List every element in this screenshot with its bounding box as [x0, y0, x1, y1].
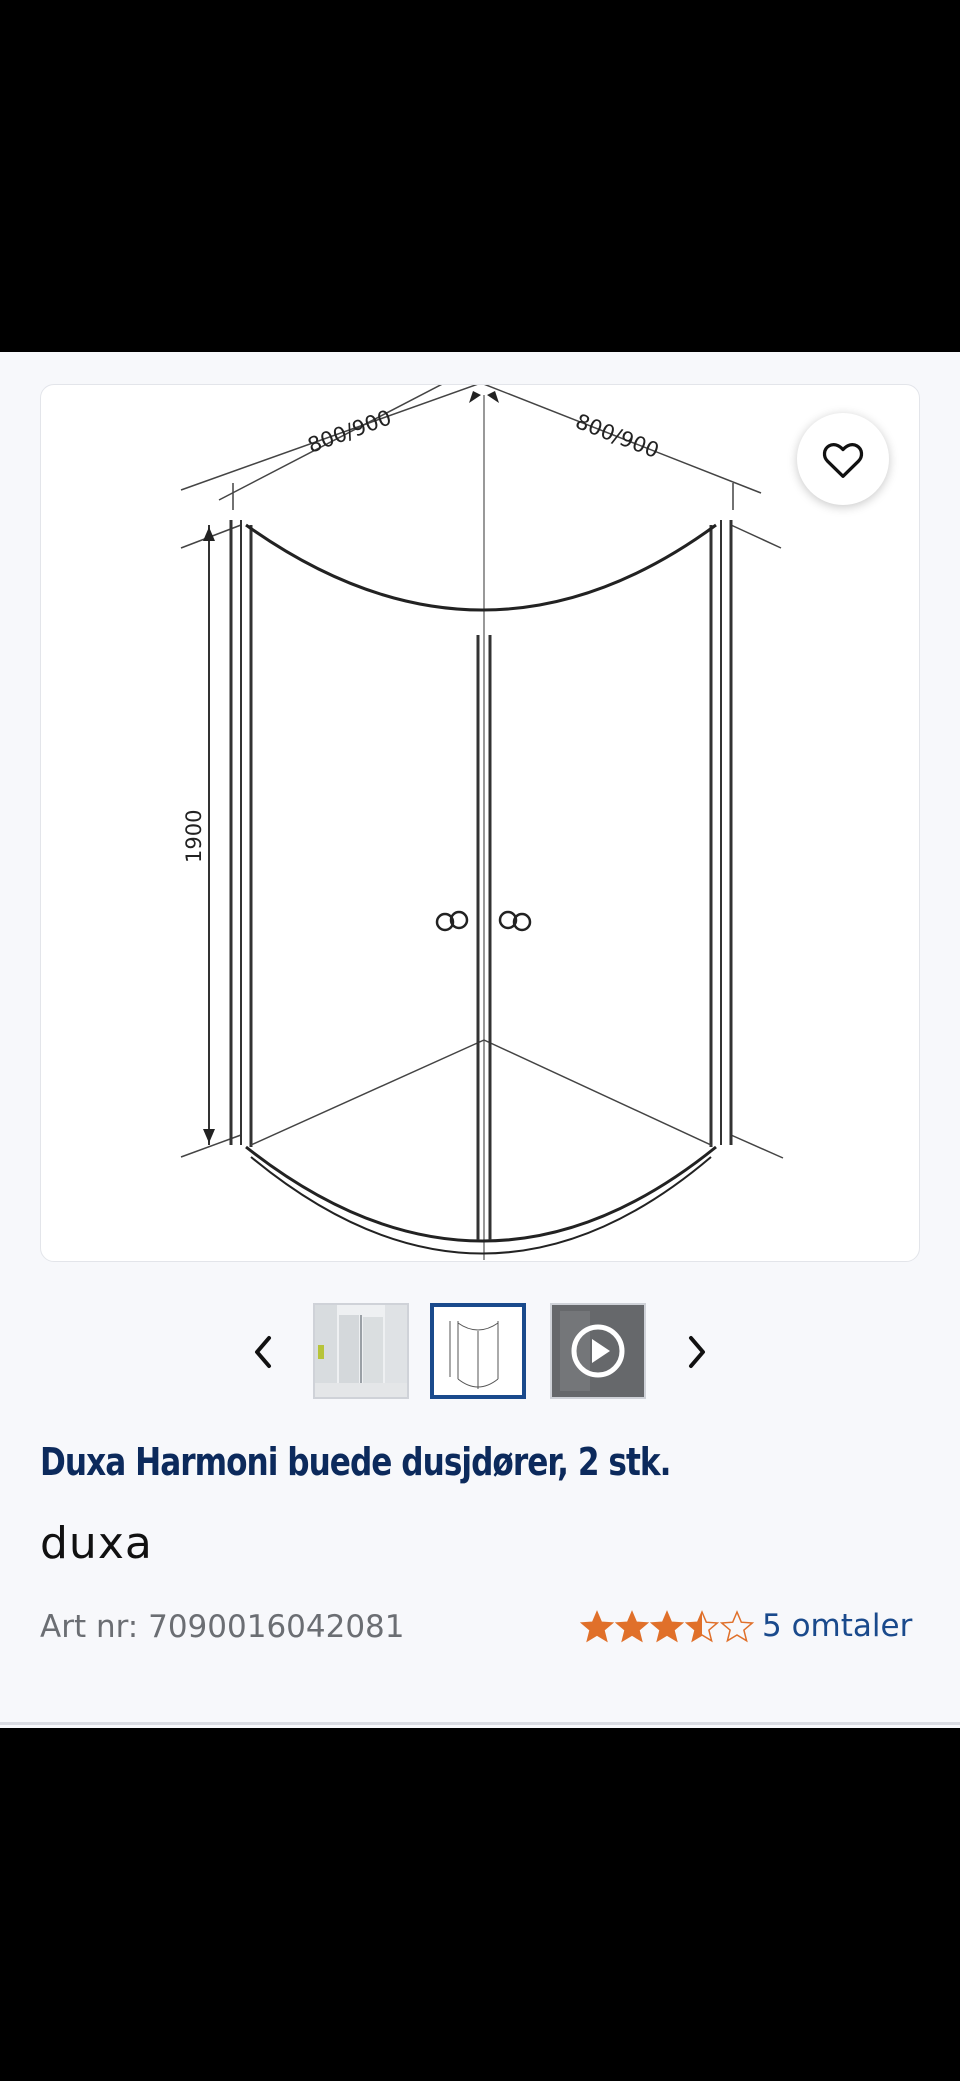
rating-summary[interactable]: 5 omtaler: [580, 1606, 912, 1646]
shower-door-drawing: 800/900 800/900 1900: [180, 385, 784, 1260]
star-4: [685, 1611, 719, 1642]
star-5: [720, 1611, 754, 1642]
shower-drawing-thumbnail: [434, 1307, 522, 1395]
star-3: [650, 1611, 684, 1642]
favorite-button[interactable]: [797, 413, 889, 505]
stars-icon: [580, 1611, 754, 1642]
status-area: [0, 0, 960, 352]
product-image[interactable]: 800/900 800/900 1900: [40, 384, 920, 1262]
gallery-next-button[interactable]: [672, 1322, 722, 1382]
chevron-right-icon: [689, 1336, 705, 1368]
play-circle-icon: [552, 1305, 644, 1397]
dim-width-left: 800/900: [305, 405, 395, 457]
dim-height: 1900: [182, 810, 206, 863]
shower-photo-thumbnail: [315, 1305, 407, 1397]
star-1: [580, 1611, 614, 1642]
dim-width-right: 800/900: [572, 409, 662, 463]
heart-outline-icon: [822, 443, 864, 478]
navigation-area: [0, 1728, 960, 2081]
reviews-link[interactable]: 5 omtaler: [762, 1608, 912, 1644]
star-rating: [580, 1606, 756, 1646]
chevron-left-icon: [255, 1336, 271, 1368]
product-title: Duxa Harmoni buede dusjdører, 2 stk.: [40, 1440, 671, 1484]
star-2: [615, 1611, 649, 1642]
article-number: Art nr: 7090016042081: [40, 1609, 405, 1645]
gallery-prev-button[interactable]: [238, 1322, 288, 1382]
thumbnail-video[interactable]: [550, 1303, 646, 1399]
divider: [0, 1722, 960, 1725]
thumbnail-photo[interactable]: [313, 1303, 409, 1399]
thumbnail-drawing[interactable]: [430, 1303, 526, 1399]
brand-logo[interactable]: duxa: [40, 1518, 153, 1569]
